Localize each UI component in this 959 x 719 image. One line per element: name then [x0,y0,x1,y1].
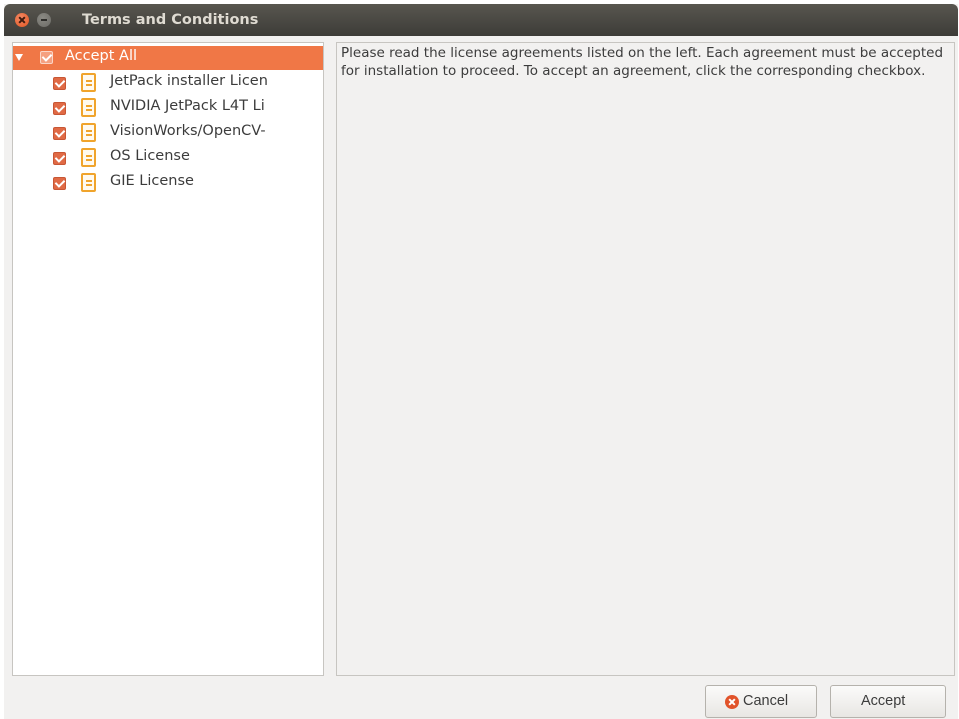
close-window-icon[interactable] [15,13,29,27]
tree-item-os-license[interactable]: OS License [13,146,323,170]
document-icon [81,173,96,192]
accept-button-label: Accept [861,693,906,709]
document-icon [81,123,96,142]
accept-all-checkbox[interactable] [40,51,53,64]
window-title: Terms and Conditions [82,12,259,28]
minimize-window-icon[interactable] [37,13,51,27]
license-checkbox[interactable] [53,102,66,115]
tree-root-accept-all[interactable]: Accept All [13,46,323,70]
title-bar[interactable]: Terms and Conditions [4,4,958,36]
license-text-pane[interactable]: Please read the license agreements liste… [336,42,955,676]
instructions-text: Please read the license agreements liste… [341,45,944,79]
license-checkbox[interactable] [53,177,66,190]
terms-dialog: Terms and Conditions Accept All JetPack … [4,4,958,719]
tree-item-visionworks-opencv[interactable]: VisionWorks/OpenCV- [13,121,323,145]
tree-item-jetpack-installer[interactable]: JetPack installer Licen [13,71,323,95]
license-label: VisionWorks/OpenCV- [110,123,266,139]
cancel-button-label: Cancel [743,693,789,709]
accept-button[interactable]: Accept [830,685,946,718]
license-label: JetPack installer Licen [110,73,268,89]
document-icon [81,98,96,117]
tree-item-gie-license[interactable]: GIE License [13,171,323,195]
license-checkbox[interactable] [53,127,66,140]
license-label: OS License [110,148,190,164]
cancel-button[interactable]: Cancel [705,685,817,718]
cancel-icon [725,695,739,709]
document-icon [81,73,96,92]
license-checkbox[interactable] [53,77,66,90]
license-label: NVIDIA JetPack L4T Li [110,98,265,114]
expander-arrow-icon[interactable] [15,54,23,61]
license-label: GIE License [110,173,194,189]
accept-all-label: Accept All [65,48,138,64]
document-icon [81,148,96,167]
license-tree[interactable]: Accept All JetPack installer Licen NVIDI… [12,42,324,676]
tree-item-nvidia-jetpack-l4t[interactable]: NVIDIA JetPack L4T Li [13,96,323,120]
license-checkbox[interactable] [53,152,66,165]
